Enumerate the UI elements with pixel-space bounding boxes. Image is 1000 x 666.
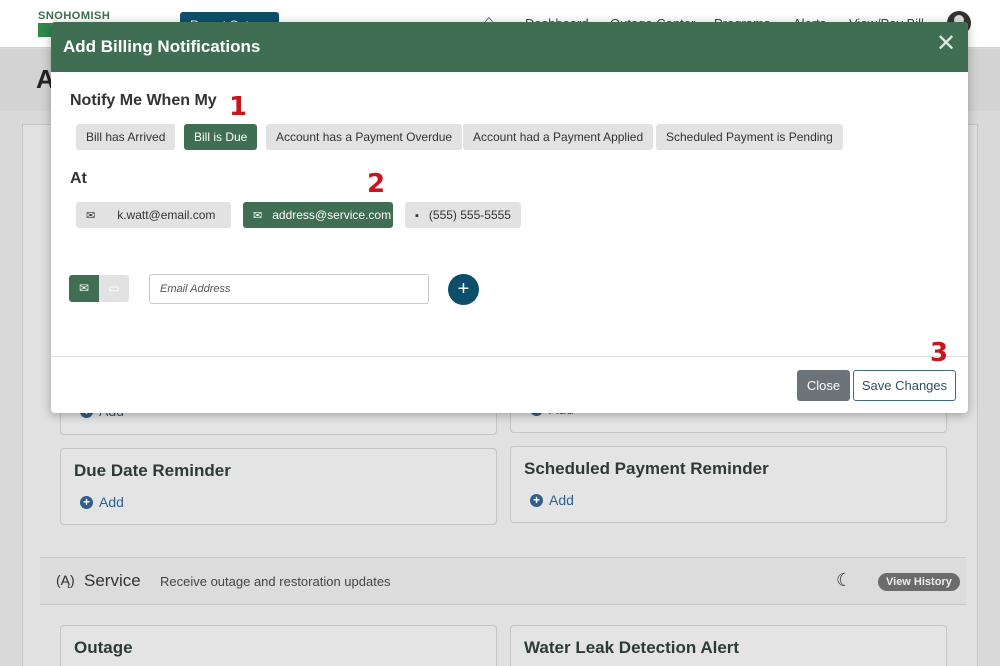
logo-text: SNOHOMISH: [38, 10, 111, 22]
event-chip-payment-applied[interactable]: Account had a Payment Applied: [463, 124, 654, 150]
notify-heading: Notify Me When My: [70, 92, 217, 109]
event-chip-bill-due[interactable]: Bill is Due: [184, 124, 258, 150]
annotation-marker-1: 1: [229, 92, 248, 122]
contact-chip-phone[interactable]: ▪ (555) 555-5555: [405, 202, 521, 228]
add-scheduled-payment-reminder-link[interactable]: + Add: [530, 492, 574, 508]
card-outage: Outage: [60, 625, 497, 666]
add-due-date-reminder-link[interactable]: + Add: [80, 494, 124, 510]
add-contact-button[interactable]: +: [448, 274, 479, 305]
contact-chip-address-service[interactable]: ✉ address@service.com: [243, 202, 393, 228]
modal-title: Add Billing Notifications: [63, 37, 261, 56]
contact-label: k.watt@email.com: [117, 208, 216, 222]
card-title: Due Date Reminder: [74, 461, 231, 480]
annotation-marker-2: 2: [367, 169, 386, 199]
close-button[interactable]: Close: [797, 370, 850, 401]
service-section-header: (Ą) Service Receive outage and restorati…: [40, 557, 966, 605]
close-icon[interactable]: ✕: [934, 32, 958, 57]
annotation-marker-3: 3: [930, 338, 949, 368]
antenna-icon: (Ą): [56, 572, 75, 588]
service-title: Service: [84, 571, 141, 590]
chat-icon[interactable]: ▭: [99, 275, 129, 302]
plus-circle-icon: +: [530, 493, 543, 507]
chat-icon: ▪: [415, 210, 419, 222]
event-chip-payment-overdue[interactable]: Account has a Payment Overdue: [266, 124, 463, 150]
view-history-button[interactable]: View History: [878, 573, 960, 591]
modal-footer-divider: [51, 356, 968, 357]
plus-circle-icon: +: [80, 495, 93, 509]
contact-label: address@service.com: [272, 208, 392, 222]
card-title: Scheduled Payment Reminder: [524, 459, 769, 478]
card-title: Outage: [74, 638, 133, 657]
card-due-date-reminder: Due Date Reminder + Add: [60, 448, 497, 525]
envelope-icon[interactable]: ✉: [69, 275, 99, 302]
add-label: Add: [99, 494, 124, 510]
contact-chip-k-watt[interactable]: ✉ k.watt@email.com: [76, 202, 231, 228]
modal-header: Add Billing Notifications ✕: [51, 22, 968, 72]
service-description: Receive outage and restoration updates: [160, 574, 391, 589]
card-title: Water Leak Detection Alert: [524, 638, 740, 657]
envelope-icon: ✉: [253, 210, 263, 222]
at-heading: At: [70, 170, 87, 187]
contact-label: (555) 555-5555: [428, 208, 511, 222]
event-chip-bill-arrived[interactable]: Bill has Arrived: [76, 124, 176, 150]
save-changes-button[interactable]: Save Changes: [853, 370, 956, 401]
email-address-input[interactable]: [149, 274, 429, 304]
contact-type-toggle: ✉ ▭: [69, 275, 129, 302]
card-scheduled-payment-reminder: Scheduled Payment Reminder + Add: [510, 446, 947, 523]
card-water-leak-detection: Water Leak Detection Alert: [510, 625, 947, 666]
event-chip-payment-pending[interactable]: Scheduled Payment is Pending: [656, 124, 843, 150]
add-label: Add: [549, 492, 574, 508]
envelope-icon: ✉: [86, 210, 96, 222]
moon-icon[interactable]: ☾: [836, 570, 852, 591]
add-billing-notifications-modal: Add Billing Notifications ✕ Notify Me Wh…: [51, 22, 968, 413]
